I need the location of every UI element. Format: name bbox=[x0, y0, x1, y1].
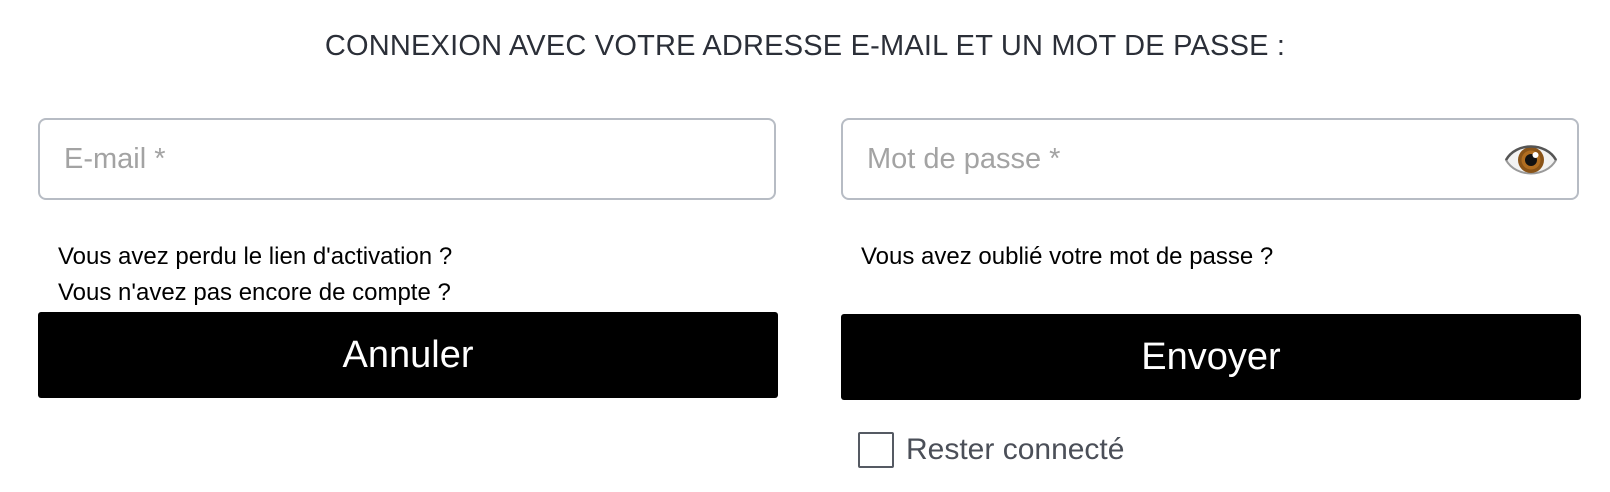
password-field[interactable] bbox=[843, 120, 1577, 198]
remember-me-checkbox[interactable] bbox=[858, 432, 894, 468]
eye-icon[interactable] bbox=[1503, 132, 1559, 188]
remember-me[interactable]: Rester connecté bbox=[858, 432, 1124, 468]
forgot-password-link[interactable]: Vous avez oublié votre mot de passe ? bbox=[861, 242, 1273, 272]
cancel-button[interactable]: Annuler bbox=[38, 312, 778, 398]
remember-me-label: Rester connecté bbox=[906, 433, 1125, 466]
submit-button[interactable]: Envoyer bbox=[841, 314, 1581, 400]
email-field-container bbox=[38, 118, 776, 200]
password-field-container bbox=[841, 118, 1579, 200]
page-title: CONNEXION AVEC VOTRE ADRESSE E-MAIL ET U… bbox=[324, 30, 1286, 62]
lost-activation-link[interactable]: Vous avez perdu le lien d'activation ? bbox=[58, 242, 452, 272]
create-account-link[interactable]: Vous n'avez pas encore de compte ? bbox=[58, 278, 451, 308]
email-field[interactable] bbox=[40, 120, 774, 198]
